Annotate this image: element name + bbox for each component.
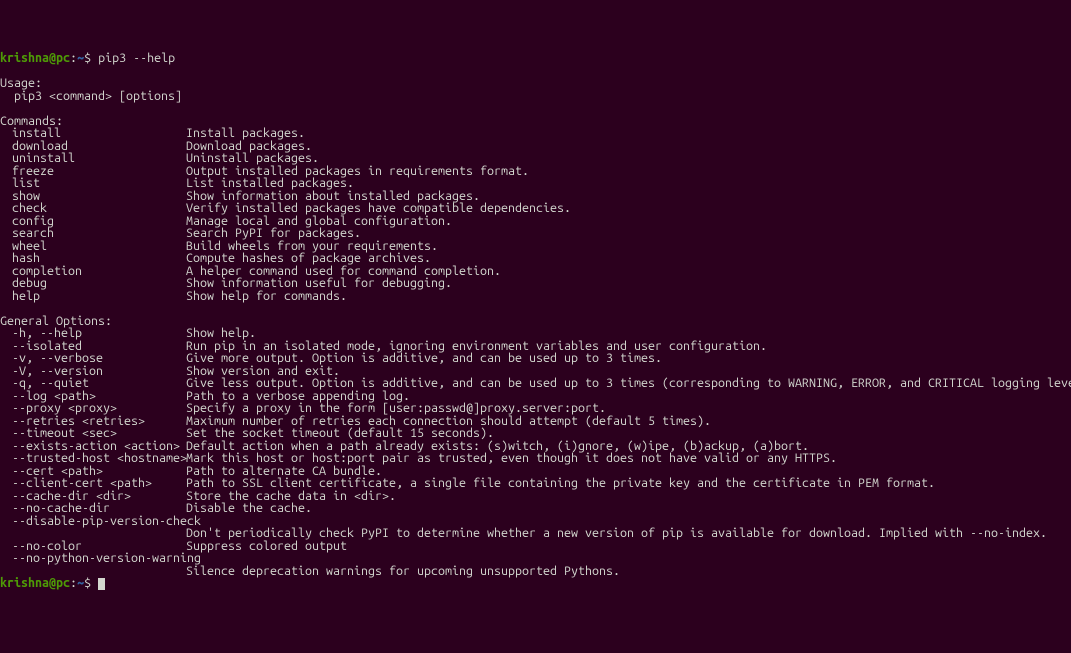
option-name: --no-cache-dir: [0, 502, 186, 515]
option-name: [0, 527, 186, 540]
command-row: downloadDownload packages.: [0, 140, 1071, 153]
option-name: --timeout <sec>: [0, 427, 186, 440]
blank-line: [0, 302, 1071, 315]
option-row: Silence deprecation warnings for upcomin…: [0, 565, 1071, 578]
prompt-at: @: [49, 576, 56, 590]
prompt-sigil: $: [84, 576, 91, 590]
command-name: hash: [0, 252, 186, 265]
prompt-colon: :: [70, 576, 77, 590]
option-desc: Store the cache data in <dir>.: [186, 490, 1071, 503]
command-row: uninstallUninstall packages.: [0, 152, 1071, 165]
prompt-host: pc: [56, 51, 70, 65]
command-row: helpShow help for commands.: [0, 290, 1071, 303]
option-desc: [186, 552, 1071, 565]
cursor-icon: [98, 578, 105, 590]
usage-header: Usage:: [0, 77, 1071, 90]
option-row: -v, --verboseGive more output. Option is…: [0, 352, 1071, 365]
command-desc: Search PyPI for packages.: [186, 227, 1071, 240]
command-name: check: [0, 202, 186, 215]
option-row: --no-python-version-warning: [0, 552, 1071, 565]
prompt-at: @: [49, 51, 56, 65]
option-name: --no-python-version-warning: [0, 552, 186, 565]
option-row: --trusted-host <hostname>Mark this host …: [0, 452, 1071, 465]
prompt-user: krishna: [0, 51, 49, 65]
command-row: installInstall packages.: [0, 127, 1071, 140]
option-row: --no-cache-dirDisable the cache.: [0, 502, 1071, 515]
command-row: debugShow information useful for debuggi…: [0, 277, 1071, 290]
command-row: checkVerify installed packages have comp…: [0, 202, 1071, 215]
command-row: hashCompute hashes of package archives.: [0, 252, 1071, 265]
command-name: uninstall: [0, 152, 186, 165]
command-desc: List installed packages.: [186, 177, 1071, 190]
option-name: --proxy <proxy>: [0, 402, 186, 415]
commands-header: Commands:: [0, 115, 1071, 128]
option-desc: Don't periodically check PyPI to determi…: [186, 527, 1071, 540]
option-row: --proxy <proxy>Specify a proxy in the fo…: [0, 402, 1071, 415]
command-row: wheelBuild wheels from your requirements…: [0, 240, 1071, 253]
option-row: Don't periodically check PyPI to determi…: [0, 527, 1071, 540]
option-desc: Suppress colored output: [186, 540, 1071, 553]
option-desc: Show help.: [186, 327, 1071, 340]
command-desc: Uninstall packages.: [186, 152, 1071, 165]
command-desc: Verify installed packages have compatibl…: [186, 202, 1071, 215]
option-name: --trusted-host <hostname>: [0, 452, 186, 465]
option-row: --retries <retries>Maximum number of ret…: [0, 415, 1071, 428]
options-header: General Options:: [0, 315, 1071, 328]
command-desc: Show help for commands.: [186, 290, 1071, 303]
command-row: configManage local and global configurat…: [0, 215, 1071, 228]
usage-line: pip3 <command> [options]: [0, 90, 1071, 103]
prompt-line: krishna@pc:~$ pip3 --help: [0, 52, 1071, 65]
prompt-colon: :: [70, 51, 77, 65]
command-name: install: [0, 127, 186, 140]
option-desc: Mark this host or host:port pair as trus…: [186, 452, 1071, 465]
command-name: debug: [0, 277, 186, 290]
command-row: completionA helper command used for comm…: [0, 265, 1071, 278]
option-row: --client-cert <path>Path to SSL client c…: [0, 477, 1071, 490]
command-name: list: [0, 177, 186, 190]
option-name: -h, --help: [0, 327, 186, 340]
prompt-user: krishna: [0, 576, 49, 590]
shell-prompt: krishna@pc:~$: [0, 576, 91, 590]
shell-prompt: krishna@pc:~$: [0, 51, 91, 65]
option-row: --cache-dir <dir>Store the cache data in…: [0, 490, 1071, 503]
prompt-host: pc: [56, 576, 70, 590]
command-desc: Show information useful for debugging.: [186, 277, 1071, 290]
option-row: -h, --helpShow help.: [0, 327, 1071, 340]
command-row: listList installed packages.: [0, 177, 1071, 190]
option-desc: Specify a proxy in the form [user:passwd…: [186, 402, 1071, 415]
terminal-output[interactable]: krishna@pc:~$ pip3 --help Usage: pip3 <c…: [0, 52, 1071, 590]
entered-command: pip3 --help: [98, 51, 175, 65]
option-desc: Give more output. Option is additive, an…: [186, 352, 1071, 365]
command-name: search: [0, 227, 186, 240]
option-desc: Set the socket timeout (default 15 secon…: [186, 427, 1071, 440]
blank-line: [0, 102, 1071, 115]
prompt-sigil: $: [84, 51, 91, 65]
option-desc: Silence deprecation warnings for upcomin…: [186, 565, 1071, 578]
command-desc: Compute hashes of package archives.: [186, 252, 1071, 265]
option-name: -v, --verbose: [0, 352, 186, 365]
option-name: --client-cert <path>: [0, 477, 186, 490]
option-desc: Disable the cache.: [186, 502, 1071, 515]
option-name: --disable-pip-version-check: [0, 515, 186, 528]
option-row: -q, --quietGive less output. Option is a…: [0, 377, 1071, 390]
option-name: -q, --quiet: [0, 377, 186, 390]
option-desc: Give less output. Option is additive, an…: [186, 377, 1071, 390]
command-row: searchSearch PyPI for packages.: [0, 227, 1071, 240]
option-desc: Path to SSL client certificate, a single…: [186, 477, 1071, 490]
option-row: --timeout <sec>Set the socket timeout (d…: [0, 427, 1071, 440]
command-name: help: [0, 290, 186, 303]
blank-line: [0, 65, 1071, 78]
command-desc: Install packages.: [186, 127, 1071, 140]
command-row: freezeOutput installed packages in requi…: [0, 165, 1071, 178]
